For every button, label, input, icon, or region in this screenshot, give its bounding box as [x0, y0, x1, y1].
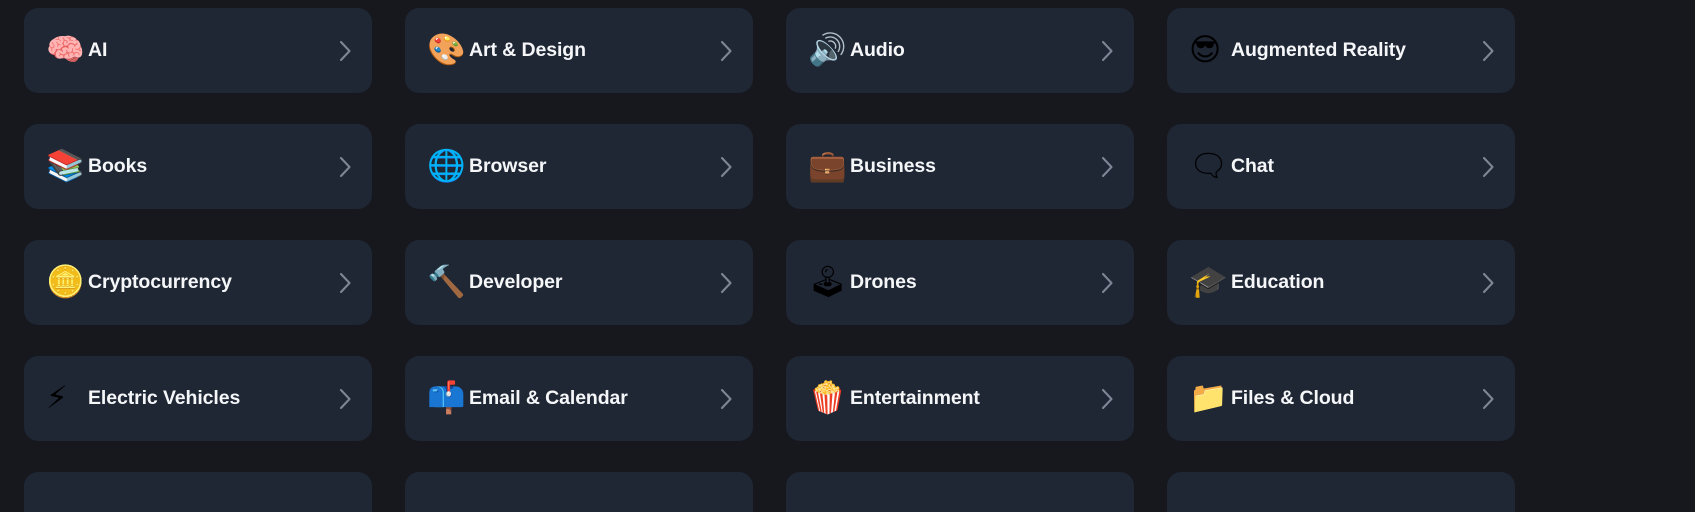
- category-label: Audio: [850, 39, 905, 61]
- category-label: Chat: [1231, 155, 1274, 177]
- chevron-right-icon[interactable]: [1101, 272, 1114, 294]
- popcorn-icon: 🍿: [808, 380, 847, 416]
- category-card-augmented-reality[interactable]: 😎 Augmented Reality: [1167, 8, 1515, 93]
- coin-icon: 🪙: [46, 264, 85, 300]
- high-voltage-icon: ⚡: [46, 380, 68, 416]
- category-card-empty[interactable]: [1167, 472, 1515, 512]
- category-label: Books: [88, 155, 148, 177]
- category-label: Art & Design: [469, 39, 586, 61]
- chevron-right-icon[interactable]: [1101, 40, 1114, 62]
- category-card-entertainment[interactable]: 🍿 Entertainment: [786, 356, 1134, 441]
- books-icon: 📚: [46, 148, 85, 184]
- category-card-business[interactable]: 💼 Business: [786, 124, 1134, 209]
- chevron-right-icon[interactable]: [720, 156, 733, 178]
- category-card-browser[interactable]: 🌐 Browser: [405, 124, 753, 209]
- category-card-empty[interactable]: [405, 472, 753, 512]
- category-label: Business: [850, 155, 936, 177]
- category-card-education[interactable]: 🎓 Education: [1167, 240, 1515, 325]
- category-card-art-and-design[interactable]: 🎨 Art & Design: [405, 8, 753, 93]
- speech-balloon-icon: 🗨: [1189, 148, 1229, 184]
- chevron-right-icon[interactable]: [1482, 272, 1495, 294]
- category-label: Files & Cloud: [1231, 387, 1355, 409]
- chevron-right-icon[interactable]: [339, 272, 352, 294]
- chevron-right-icon[interactable]: [720, 388, 733, 410]
- smiling-face-with-sunglasses-icon: 😎: [1189, 32, 1222, 68]
- chevron-right-icon[interactable]: [1482, 40, 1495, 62]
- file-folder-icon: 📁: [1189, 380, 1228, 416]
- category-card-files-and-cloud[interactable]: 📁 Files & Cloud: [1167, 356, 1515, 441]
- category-label: Augmented Reality: [1231, 39, 1406, 61]
- category-label: AI: [88, 39, 108, 61]
- category-label: Email & Calendar: [469, 387, 628, 409]
- category-label: Cryptocurrency: [88, 271, 232, 293]
- artist-palette-icon: 🎨: [427, 32, 466, 68]
- category-label: Entertainment: [850, 387, 980, 409]
- chevron-right-icon[interactable]: [720, 40, 733, 62]
- chevron-right-icon[interactable]: [720, 272, 733, 294]
- category-label: Developer: [469, 271, 563, 293]
- globe-with-meridians-icon: 🌐: [427, 148, 466, 184]
- category-card-books[interactable]: 📚 Books: [24, 124, 372, 209]
- category-card-empty[interactable]: [24, 472, 372, 512]
- category-label: Electric Vehicles: [88, 387, 241, 409]
- speaker-high-volume-icon: 🔊: [808, 32, 847, 68]
- chevron-right-icon[interactable]: [339, 40, 352, 62]
- category-card-audio[interactable]: 🔊 Audio: [786, 8, 1134, 93]
- chevron-right-icon[interactable]: [1101, 156, 1114, 178]
- category-card-developer[interactable]: 🔨 Developer: [405, 240, 753, 325]
- category-card-email-and-calendar[interactable]: 📫 Email & Calendar: [405, 356, 753, 441]
- category-card-ai[interactable]: 🧠 AI: [24, 8, 372, 93]
- category-card-drones[interactable]: 🕹 Drones: [786, 240, 1134, 325]
- category-grid: 🧠 AI 🎨 Art & Design 🔊 Audio 😎 Augmented Reality…: [0, 0, 1695, 512]
- briefcase-icon: 💼: [808, 148, 847, 184]
- category-card-chat[interactable]: 🗨 Chat: [1167, 124, 1515, 209]
- category-card-empty[interactable]: [786, 472, 1134, 512]
- category-label: Browser: [469, 155, 547, 177]
- category-card-cryptocurrency[interactable]: 🪙 Cryptocurrency: [24, 240, 372, 325]
- chevron-right-icon[interactable]: [1482, 388, 1495, 410]
- category-card-electric-vehicles[interactable]: ⚡ Electric Vehicles: [24, 356, 372, 441]
- chevron-right-icon[interactable]: [339, 156, 352, 178]
- joystick-icon: 🕹: [808, 264, 848, 300]
- category-label: Drones: [850, 271, 917, 293]
- mailbox-icon: 📫: [427, 380, 466, 416]
- brain-icon: 🧠: [46, 32, 85, 68]
- graduation-cap-icon: 🎓: [1189, 264, 1228, 300]
- chevron-right-icon[interactable]: [1482, 156, 1495, 178]
- chevron-right-icon[interactable]: [1101, 388, 1114, 410]
- category-label: Education: [1231, 271, 1325, 293]
- hammer-icon: 🔨: [427, 264, 466, 300]
- chevron-right-icon[interactable]: [339, 388, 352, 410]
